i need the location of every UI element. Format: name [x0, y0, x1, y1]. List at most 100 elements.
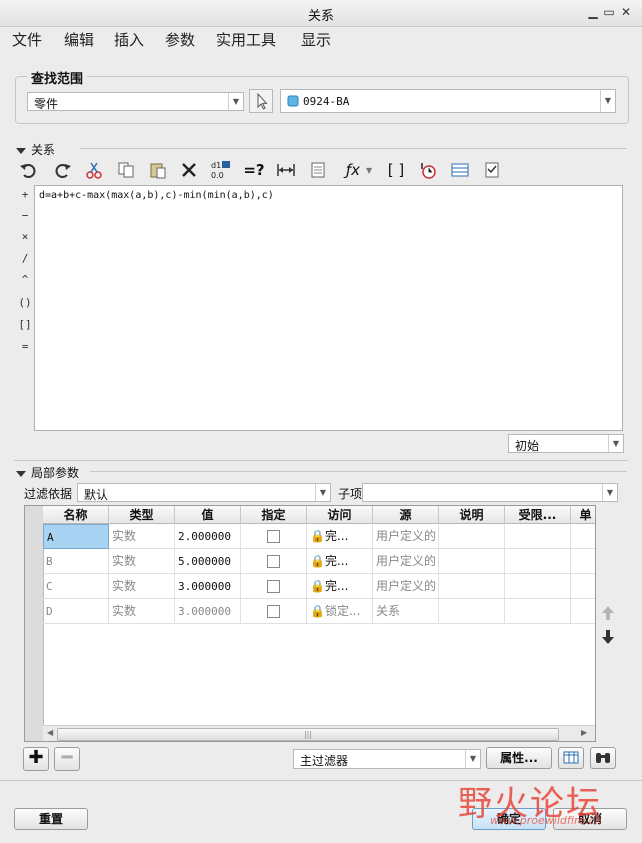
cell-value-b[interactable]: 5.000000	[175, 549, 241, 574]
col-header-access[interactable]: 访问	[307, 506, 373, 524]
cell-access-c[interactable]: 🔒完...	[307, 574, 373, 599]
verify-relations-button[interactable]	[448, 158, 472, 182]
designate-checkbox[interactable]	[267, 580, 280, 593]
evaluate-button[interactable]: =?	[242, 158, 266, 182]
cell-value-c[interactable]: 3.000000	[175, 574, 241, 599]
checklist-button[interactable]	[480, 158, 504, 182]
cell-source-b[interactable]: 用户定义的	[373, 549, 439, 574]
cell-unit-c[interactable]	[571, 574, 595, 599]
cell-restricted-a[interactable]	[505, 524, 571, 549]
cell-type-a[interactable]: 实数	[109, 524, 175, 549]
cell-restricted-c[interactable]	[505, 574, 571, 599]
table-view-button[interactable]	[558, 747, 584, 769]
minimize-button[interactable]: ▁	[585, 4, 601, 20]
col-header-type[interactable]: 类型	[109, 506, 175, 524]
menu-file[interactable]: 文件	[12, 29, 42, 50]
cell-access-a[interactable]: 🔒完...	[307, 524, 373, 549]
op-minus-button[interactable]: −	[16, 209, 34, 222]
col-header-restricted[interactable]: 受限...	[505, 506, 571, 524]
find-button[interactable]	[590, 747, 616, 769]
col-header-source[interactable]: 源	[373, 506, 439, 524]
properties-button[interactable]: 属性...	[486, 747, 552, 769]
subitem-select[interactable]: ▼	[362, 483, 618, 502]
cell-source-d[interactable]: 关系	[373, 599, 439, 624]
delete-button[interactable]	[177, 158, 201, 182]
designate-checkbox[interactable]	[267, 530, 280, 543]
cell-value-d[interactable]: 3.000000	[175, 599, 241, 624]
menu-edit[interactable]: 编辑	[64, 29, 94, 50]
cell-access-b[interactable]: 🔒完...	[307, 549, 373, 574]
scope-type-select[interactable]: 零件 ▼	[27, 92, 244, 111]
undo-button[interactable]	[17, 158, 41, 182]
copy-button[interactable]	[114, 158, 138, 182]
sort-relations-button[interactable]	[306, 158, 330, 182]
col-header-designate[interactable]: 指定	[241, 506, 307, 524]
cell-access-d[interactable]: 🔒锁定...	[307, 599, 373, 624]
cell-source-c[interactable]: 用户定义的	[373, 574, 439, 599]
cell-name-a[interactable]: A	[43, 524, 109, 549]
cell-designate-c[interactable]	[241, 574, 307, 599]
scroll-thumb[interactable]: |||	[57, 728, 559, 741]
cell-type-b[interactable]: 实数	[109, 549, 175, 574]
scope-model-select[interactable]: 0924-BA ▼	[280, 89, 616, 113]
show-dimension-button[interactable]: d1 0.0	[209, 158, 233, 182]
op-multiply-button[interactable]: ×	[16, 230, 34, 243]
cell-designate-d[interactable]	[241, 599, 307, 624]
cell-unit-a[interactable]	[571, 524, 595, 549]
move-up-button[interactable]	[600, 604, 616, 622]
horizontal-scrollbar[interactable]: ◀ ||| ▶	[43, 725, 595, 741]
remove-parameter-button[interactable]: ━	[54, 747, 80, 771]
col-header-value[interactable]: 值	[175, 506, 241, 524]
op-equals-button[interactable]: =	[16, 340, 34, 353]
op-divide-button[interactable]: /	[16, 252, 34, 265]
cell-unit-d[interactable]	[571, 599, 595, 624]
menu-display[interactable]: 显示	[301, 29, 331, 50]
relations-state-select[interactable]: 初始 ▼	[508, 434, 624, 453]
move-down-button[interactable]	[600, 628, 616, 646]
menu-parameters[interactable]: 参数	[165, 29, 195, 50]
unit-check-button[interactable]	[416, 158, 440, 182]
menu-utilities[interactable]: 实用工具	[216, 29, 276, 50]
col-header-description[interactable]: 说明	[439, 506, 505, 524]
local-params-section-header[interactable]: 局部参数	[16, 464, 79, 481]
col-header-name[interactable]: 名称	[43, 506, 109, 524]
cell-unit-b[interactable]	[571, 549, 595, 574]
cell-description-a[interactable]	[439, 524, 505, 549]
maximize-button[interactable]: ▭	[601, 4, 617, 20]
op-brackets-button[interactable]: []	[16, 318, 34, 331]
insert-function-button[interactable]: ƒx ▼	[339, 158, 379, 182]
menu-insert[interactable]: 插入	[114, 29, 144, 50]
op-plus-button[interactable]: +	[16, 188, 34, 201]
cell-restricted-d[interactable]	[505, 599, 571, 624]
op-power-button[interactable]: ^	[16, 273, 34, 286]
cell-type-c[interactable]: 实数	[109, 574, 175, 599]
measure-button[interactable]	[274, 158, 298, 182]
cell-source-a[interactable]: 用户定义的	[373, 524, 439, 549]
cell-description-d[interactable]	[439, 599, 505, 624]
scroll-left-icon[interactable]: ◀	[47, 728, 53, 737]
col-header-unit[interactable]: 单	[571, 506, 595, 524]
cell-type-d[interactable]: 实数	[109, 599, 175, 624]
cell-description-b[interactable]	[439, 549, 505, 574]
insert-brackets-button[interactable]: [ ]	[384, 158, 408, 182]
cell-value-a[interactable]: 2.000000	[175, 524, 241, 549]
cut-button[interactable]	[82, 158, 106, 182]
paste-button[interactable]	[146, 158, 170, 182]
designate-checkbox[interactable]	[267, 605, 280, 618]
cell-name-d[interactable]: D	[43, 599, 109, 624]
relations-section-header[interactable]: 关系	[16, 141, 55, 158]
filter-select[interactable]: 默认 ▼	[77, 483, 331, 502]
relations-editor[interactable]: d=a+b+c-max(max(a,b),c)-min(min(a,b),c)	[34, 185, 623, 431]
relations-text[interactable]: d=a+b+c-max(max(a,b),c)-min(min(a,b),c)	[39, 190, 274, 201]
designate-checkbox[interactable]	[267, 555, 280, 568]
scroll-right-icon[interactable]: ▶	[581, 728, 587, 737]
cell-designate-b[interactable]	[241, 549, 307, 574]
select-model-button[interactable]	[249, 89, 273, 113]
op-parentheses-button[interactable]: ()	[16, 296, 34, 309]
close-button[interactable]: ✕	[618, 4, 634, 20]
main-filter-select[interactable]: 主过滤器 ▼	[293, 749, 481, 769]
reset-button[interactable]: 重置	[14, 808, 88, 830]
cell-name-b[interactable]: B	[43, 549, 109, 574]
cell-designate-a[interactable]	[241, 524, 307, 549]
redo-button[interactable]	[50, 158, 74, 182]
